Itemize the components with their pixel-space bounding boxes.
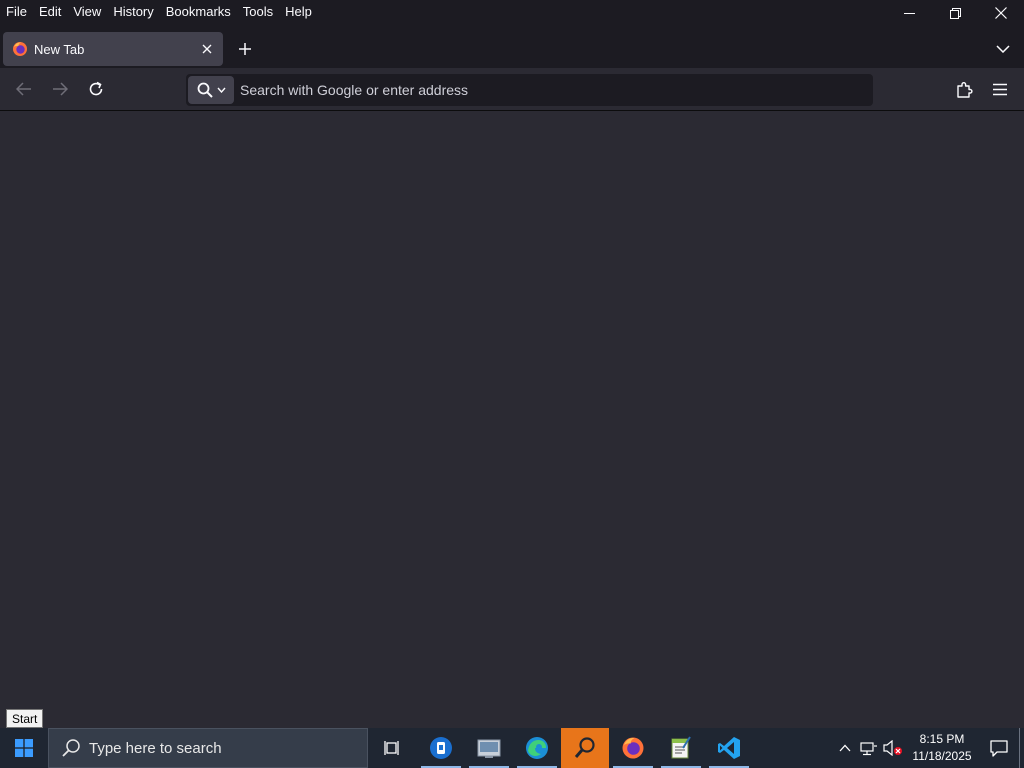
url-bar [186,74,873,106]
chevron-up-icon [839,744,851,752]
notification-icon [990,739,1008,757]
start-tooltip: Start [6,709,44,728]
hamburger-menu-icon [993,83,1007,95]
menu-bar: File Edit View History Bookmarks Tools H… [0,0,1024,24]
minimize-button[interactable] [886,0,932,26]
back-arrow-icon [16,82,31,96]
taskbar-clock[interactable]: 8:15 PM 11/18/2025 [909,731,975,765]
search-icon [62,739,80,757]
show-hidden-icons-button[interactable] [833,728,857,768]
page-content [0,112,1024,728]
reload-button[interactable] [81,74,111,104]
show-desktop-button[interactable] [1019,728,1024,768]
clock-time: 8:15 PM [919,732,965,746]
network-button[interactable] [857,728,881,768]
taskbar-search-placeholder: Type here to search [89,739,222,757]
taskbar-search-tool[interactable] [561,728,609,768]
new-tab-button[interactable] [232,36,258,62]
search-icon [197,82,213,98]
app-menu-button[interactable] [985,74,1015,104]
action-center-button[interactable] [979,728,1019,768]
chevron-down-icon [996,45,1010,53]
search-tool-icon [574,737,595,758]
chevron-down-icon [216,87,226,93]
close-icon [202,44,212,54]
minimize-icon [903,12,915,14]
restore-button[interactable] [932,0,978,26]
puzzle-piece-icon [956,81,973,98]
nav-bar [0,68,1024,111]
plus-icon [239,43,251,55]
file-explorer-icon [477,739,501,758]
task-view-button[interactable] [369,728,417,768]
taskbar: Type here to search 8:15 PM 11/18/2025 [0,728,1024,768]
taskbar-edge[interactable] [513,728,561,768]
volume-button[interactable] [881,728,905,768]
vscode-icon [718,737,740,759]
taskbar-app-blue[interactable] [417,728,465,768]
back-button[interactable] [9,74,39,104]
taskbar-firefox[interactable] [609,728,657,768]
forward-button[interactable] [45,74,75,104]
menu-tools[interactable]: Tools [237,0,279,24]
volume-muted-icon [883,740,902,756]
taskbar-vscode[interactable] [705,728,753,768]
list-all-tabs-button[interactable] [990,36,1016,62]
tab-new-tab[interactable]: New Tab [3,32,223,66]
taskbar-search-box[interactable]: Type here to search [48,728,368,768]
close-window-button[interactable] [978,0,1024,26]
start-button[interactable] [0,728,48,768]
app-blue-icon [430,737,452,759]
restore-icon [949,7,961,19]
close-icon [995,7,1007,19]
search-mode-button[interactable] [188,76,234,104]
menu-edit[interactable]: Edit [33,0,67,24]
taskbar-notepad[interactable] [657,728,705,768]
edge-icon [526,737,548,759]
forward-arrow-icon [53,82,68,96]
firefox-icon [13,42,27,56]
menu-bookmarks[interactable]: Bookmarks [160,0,237,24]
network-icon [860,742,877,756]
clock-date: 11/18/2025 [912,749,972,763]
menu-file[interactable]: File [0,0,33,24]
menu-help[interactable]: Help [279,0,318,24]
taskbar-file-explorer[interactable] [465,728,513,768]
tab-strip: New Tab [0,24,1024,68]
windows-logo-icon [15,739,33,757]
tab-title: New Tab [34,41,85,57]
menu-history[interactable]: History [107,0,159,24]
extensions-button[interactable] [949,74,979,104]
window-controls [886,0,1024,26]
reload-icon [89,81,103,96]
tab-close-button[interactable] [195,37,219,61]
system-tray: 8:15 PM 11/18/2025 [833,728,1024,768]
notepad-icon [671,736,691,759]
menu-view[interactable]: View [67,0,107,24]
address-input[interactable] [234,76,873,104]
firefox-icon [622,737,644,759]
task-view-icon [384,741,399,755]
